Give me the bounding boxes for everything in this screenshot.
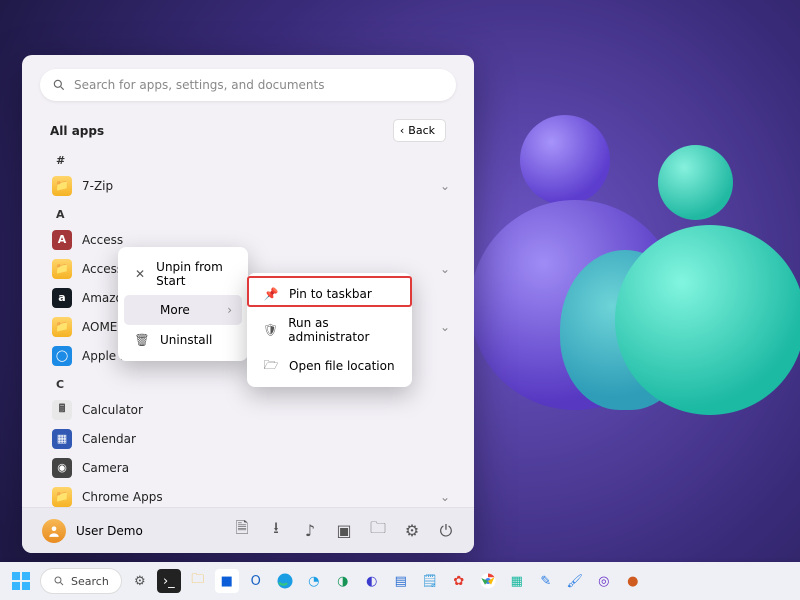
taskbar-app[interactable]: ■: [215, 569, 239, 593]
pin-icon: 📌: [263, 286, 279, 302]
power-icon[interactable]: ⏻: [438, 523, 454, 539]
folder-icon: 📁: [52, 176, 72, 196]
context-submenu: 📌 Pin to taskbar 🛡 Run as administrator …: [247, 273, 412, 387]
app-calendar[interactable]: ▦ Calendar: [44, 424, 460, 453]
app-camera[interactable]: ◉ Camera: [44, 453, 460, 482]
taskbar-app[interactable]: ◔: [302, 569, 326, 593]
explorer-icon[interactable]: 🗀: [370, 523, 386, 539]
search-icon: [52, 78, 74, 92]
taskbar-app[interactable]: ›_: [157, 569, 181, 593]
folder-icon: 📁: [52, 317, 72, 337]
ctx-open-file-location[interactable]: 🗁 Open file location: [253, 351, 406, 381]
chevron-left-icon: ‹: [400, 124, 404, 137]
taskbar-app[interactable]: ▤: [389, 569, 413, 593]
taskbar-app[interactable]: ◑: [331, 569, 355, 593]
app-calculator[interactable]: 🖩 Calculator: [44, 395, 460, 424]
unpin-icon: ✕: [134, 266, 146, 282]
ctx-unpin-from-start[interactable]: ✕ Unpin from Start: [124, 253, 242, 295]
taskbar-edge[interactable]: [273, 569, 297, 593]
downloads-icon[interactable]: ⭳: [268, 523, 284, 539]
letter-header-hash[interactable]: #: [44, 146, 460, 171]
access-icon: A: [52, 230, 72, 250]
taskbar-app[interactable]: ✎: [534, 569, 558, 593]
amazon-icon: a: [52, 288, 72, 308]
letter-header-a[interactable]: A: [44, 200, 460, 225]
taskbar: Search ⚙ ›_ 🗀 ■ O ◔ ◑ ◐ ▤ 🗒 ✿ ▦ ✎ 🖌 ◎ ●: [0, 562, 800, 600]
search-input[interactable]: Search for apps, settings, and documents: [40, 69, 456, 101]
chevron-right-icon: ›: [227, 303, 232, 317]
folder-icon: 📁: [52, 259, 72, 279]
start-footer: User Demo 🗎 ⭳ ♪ ▣ 🗀 ⚙ ⏻: [22, 507, 474, 553]
app-access[interactable]: A Access: [44, 225, 460, 254]
app-chrome-apps[interactable]: 📁 Chrome Apps: [44, 482, 460, 507]
app-7zip[interactable]: 📁 7-Zip: [44, 171, 460, 200]
taskbar-app[interactable]: ▦: [505, 569, 529, 593]
ctx-uninstall[interactable]: 🗑 Uninstall: [124, 325, 242, 355]
settings-icon[interactable]: ⚙: [404, 523, 420, 539]
music-icon[interactable]: ♪: [302, 523, 318, 539]
back-button[interactable]: ‹ Back: [393, 119, 446, 142]
taskbar-search[interactable]: Search: [40, 568, 122, 594]
shield-icon: 🛡: [263, 322, 278, 338]
ctx-pin-to-taskbar[interactable]: 📌 Pin to taskbar: [253, 279, 406, 309]
taskbar-app[interactable]: 🗀: [186, 569, 210, 593]
pictures-icon[interactable]: ▣: [336, 523, 352, 539]
calendar-icon: ▦: [52, 429, 72, 449]
documents-icon[interactable]: 🗎: [234, 523, 250, 539]
trash-icon: 🗑: [134, 332, 150, 348]
taskbar-apps: ⚙ ›_ 🗀 ■ O ◔ ◑ ◐ ▤ 🗒 ✿ ▦ ✎ 🖌 ◎ ●: [128, 569, 645, 593]
ctx-more[interactable]: More ›: [124, 295, 242, 325]
calculator-icon: 🖩: [52, 400, 72, 420]
taskbar-app[interactable]: 🗒: [418, 569, 442, 593]
apple-devices-icon: ◯: [52, 346, 72, 366]
folder-open-icon: 🗁: [263, 358, 279, 374]
search-placeholder: Search for apps, settings, and documents: [74, 78, 325, 92]
taskbar-app[interactable]: 🖌: [563, 569, 587, 593]
start-button[interactable]: [8, 568, 34, 594]
user-button[interactable]: User Demo: [42, 519, 143, 543]
taskbar-app[interactable]: ⚙: [128, 569, 152, 593]
taskbar-chrome[interactable]: [476, 569, 500, 593]
taskbar-app[interactable]: ◎: [592, 569, 616, 593]
taskbar-app[interactable]: ●: [621, 569, 645, 593]
ctx-run-as-admin[interactable]: 🛡 Run as administrator: [253, 309, 406, 351]
context-menu: ✕ Unpin from Start More › 🗑 Uninstall: [118, 247, 248, 361]
taskbar-app[interactable]: ◐: [360, 569, 384, 593]
folder-icon: 📁: [52, 487, 72, 507]
avatar: [42, 519, 66, 543]
taskbar-app[interactable]: O: [244, 569, 268, 593]
blank-icon: [134, 302, 150, 318]
camera-icon: ◉: [52, 458, 72, 478]
all-apps-title: All apps: [50, 124, 104, 138]
taskbar-app[interactable]: ✿: [447, 569, 471, 593]
